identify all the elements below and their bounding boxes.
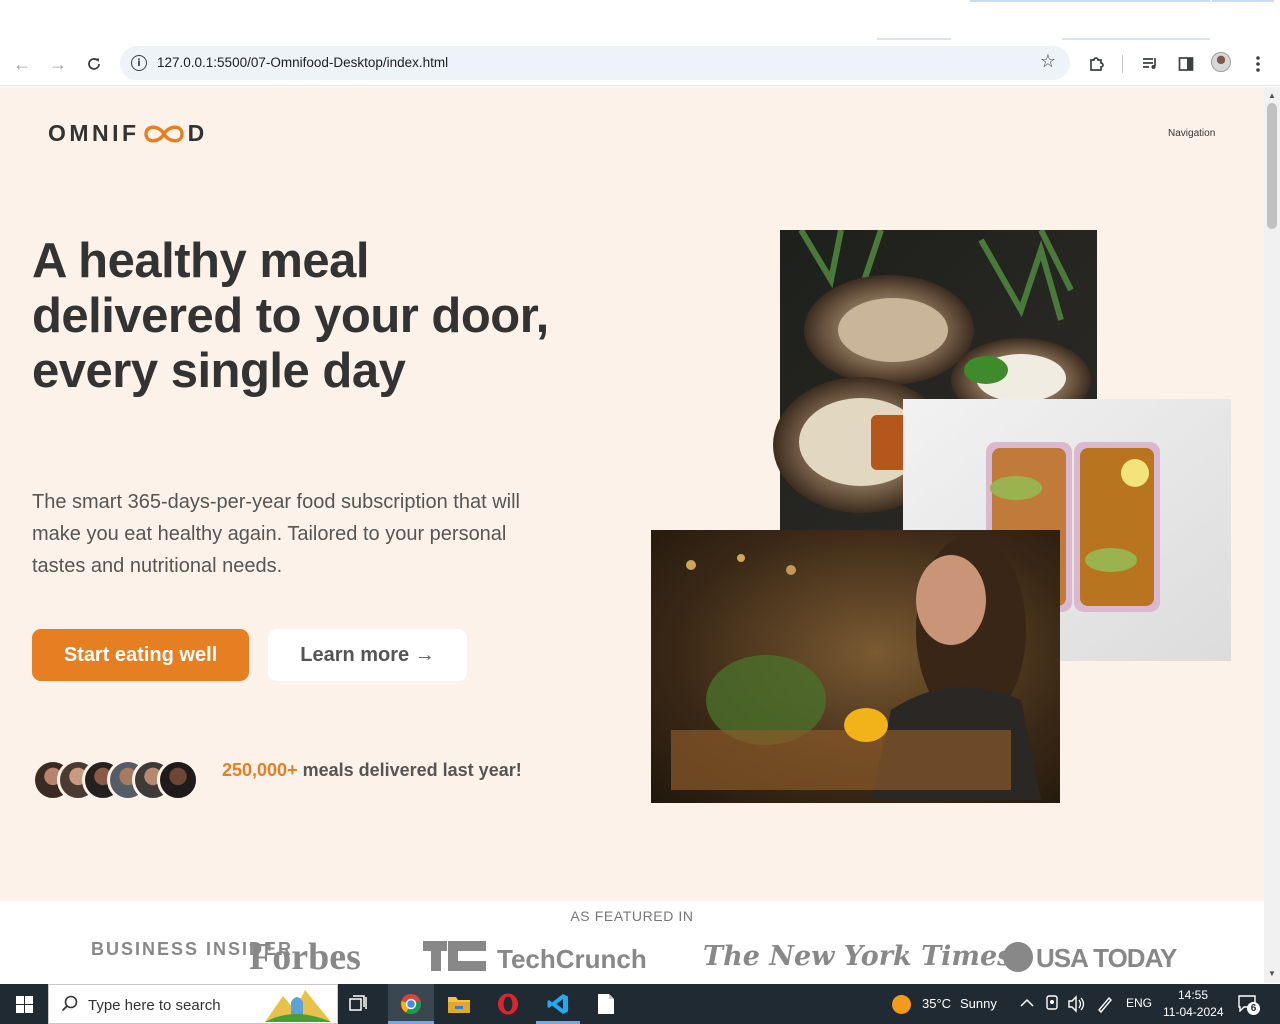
scroll-up-arrow[interactable]: ▲	[1268, 91, 1276, 100]
kebab-menu-icon	[1256, 56, 1260, 72]
start-button[interactable]	[0, 984, 48, 1024]
forward-button[interactable]: →	[45, 51, 71, 77]
media-control-button[interactable]	[1137, 51, 1163, 77]
tab-highlight	[970, 0, 1210, 2]
hero-title: A healthy meal delivered to your door, e…	[32, 234, 549, 398]
customer-avatars	[32, 759, 199, 803]
reload-button[interactable]	[81, 51, 107, 77]
notification-count-badge: 6	[1247, 1002, 1260, 1015]
logo-text-end: D	[187, 120, 208, 146]
extensions-button[interactable]	[1084, 51, 1110, 77]
page-scrollbar[interactable]: ▲ ▼	[1264, 87, 1280, 983]
learn-more-button[interactable]: Learn more →	[268, 629, 467, 681]
logo-text-start: OMNIF	[48, 120, 140, 146]
search-highlight-icon	[265, 990, 331, 1022]
playlist-icon	[1143, 58, 1156, 69]
windows-logo-icon	[15, 995, 33, 1013]
reload-icon	[88, 58, 100, 70]
taskbar-search-box[interactable]: Type here to search	[48, 984, 338, 1024]
scrollbar-thumb[interactable]	[1267, 103, 1277, 229]
new-york-times-logo-text: The New York Times	[703, 941, 1012, 972]
forbes-logo-text: Forbes	[249, 936, 361, 978]
meals-delivered-count: 250,000+	[222, 760, 298, 780]
hero-food-image	[651, 230, 1231, 803]
document-icon	[598, 994, 614, 1014]
taskbar-search-placeholder[interactable]: Type here to search	[88, 997, 221, 1014]
taskbar-explorer-button[interactable]	[447, 993, 471, 1020]
meals-delivered-text: 250,000+ meals delivered last year!	[222, 760, 522, 781]
pen-workspace-icon[interactable]	[1096, 995, 1114, 1013]
featured-in-section: AS FEATURED IN BUSINESS INSIDER Forbes T…	[0, 901, 1264, 983]
sun-weather-icon[interactable]	[891, 994, 912, 1015]
chevron-up-icon[interactable]	[1020, 997, 1034, 1009]
chrome-icon	[401, 994, 421, 1014]
start-eating-button[interactable]: Start eating well	[32, 629, 249, 681]
meals-delivered-label: meals delivered last year!	[297, 760, 522, 780]
task-view-icon	[349, 995, 367, 1011]
search-icon	[61, 995, 78, 1012]
profile-avatar[interactable]	[1211, 52, 1231, 72]
weather-temperature[interactable]: 35°C	[922, 996, 951, 1011]
vscode-icon	[547, 994, 568, 1014]
address-bar[interactable]: i 127.0.0.1:5500/07-Omnifood-Desktop/ind…	[120, 46, 1070, 80]
side-panel-button[interactable]	[1173, 51, 1199, 77]
clock-date[interactable]: 11-04-2024	[1163, 1005, 1224, 1019]
clock-time[interactable]: 14:55	[1178, 988, 1208, 1002]
tab-hint	[1062, 38, 1210, 40]
windows-taskbar: Type here to search 35°C Sunny ENG 14:55…	[0, 984, 1280, 1024]
scroll-down-arrow[interactable]: ▼	[1268, 969, 1276, 978]
page-viewport: OMNIF D Navigation A healthy meal delive…	[0, 87, 1264, 983]
taskbar-file-button[interactable]	[597, 993, 615, 1020]
notification-center-button[interactable]: 6	[1238, 994, 1260, 1015]
weather-condition[interactable]: Sunny	[960, 996, 997, 1011]
usa-today-logo-text: USA TODAY	[1036, 943, 1177, 973]
forbes-logo: Forbes	[249, 936, 361, 978]
techcrunch-logo: TechCrunch	[423, 941, 647, 974]
bookmark-star-icon[interactable]: ☆	[1040, 51, 1056, 72]
puzzle-icon	[1090, 57, 1104, 71]
input-language[interactable]: ENG	[1126, 996, 1152, 1010]
press-logos: BUSINESS INSIDER Forbes TechCrunch The N…	[91, 936, 1178, 978]
folder-icon	[448, 997, 470, 1013]
taskbar-vscode-button[interactable]	[536, 984, 580, 1024]
meet-now-icon[interactable]	[1045, 995, 1059, 1013]
taskbar-opera-button[interactable]	[497, 993, 519, 1020]
infinity-loop-icon	[143, 125, 184, 142]
omnifood-logo[interactable]: OMNIF D	[48, 120, 208, 147]
tab-highlight	[1212, 0, 1274, 2]
tab-hint	[877, 38, 951, 40]
usa-today-logo: USA TODAY	[1003, 942, 1178, 973]
task-view-button[interactable]	[348, 994, 370, 1019]
techcrunch-logo-text: TechCrunch	[497, 944, 647, 974]
toolbar-separator	[1122, 55, 1123, 73]
browser-toolbar: ← → i 127.0.0.1:5500/07-Omnifood-Desktop…	[0, 42, 1280, 86]
url-text[interactable]: 127.0.0.1:5500/07-Omnifood-Desktop/index…	[157, 55, 448, 70]
tab-strip	[0, 0, 1280, 42]
browser-menu-button[interactable]	[1245, 51, 1271, 77]
back-button[interactable]: ←	[9, 51, 35, 77]
navigation-link[interactable]: Navigation	[1168, 128, 1215, 139]
hero-description: The smart 365-days-per-year food subscri…	[32, 491, 520, 577]
opera-icon	[498, 993, 518, 1015]
new-york-times-logo: The New York Times	[703, 941, 1012, 972]
customer-avatar	[157, 759, 199, 801]
volume-icon[interactable]	[1067, 995, 1085, 1013]
side-panel-icon	[1178, 57, 1194, 71]
site-info-icon[interactable]: i	[131, 55, 147, 71]
taskbar-chrome-button[interactable]	[388, 984, 434, 1024]
